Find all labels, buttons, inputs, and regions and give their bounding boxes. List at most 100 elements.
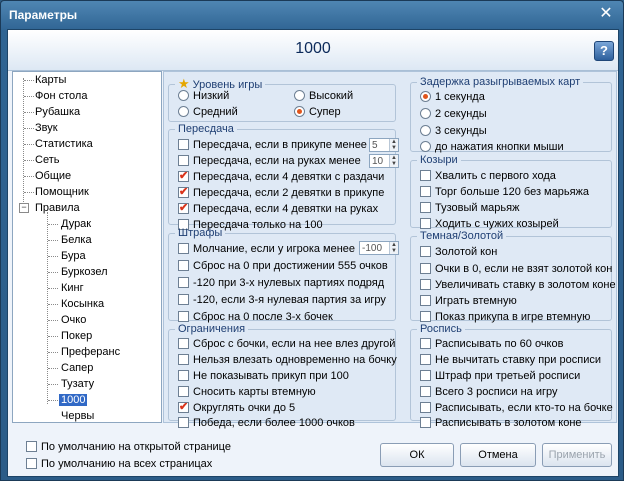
cb-trump-bid-over-120[interactable]: Торг больше 120 без марьяжа: [420, 185, 589, 199]
checkbox[interactable]: [420, 354, 431, 365]
radio-circle[interactable]: [178, 90, 189, 101]
spin-arrows-icon[interactable]: ▲ ▼: [389, 139, 398, 151]
tree-item-klondike[interactable]: Косынка: [59, 296, 106, 312]
cb-sign-third-fine[interactable]: Штраф при третьей росписи: [420, 369, 580, 383]
tree-item-card-back[interactable]: Рубашка: [33, 104, 82, 120]
cb-fine-3rd-zero[interactable]: -120, если 3-я нулевая партия за игру: [178, 293, 386, 307]
checkbox[interactable]: [178, 185, 189, 199]
checkbox[interactable]: [420, 170, 431, 181]
checkbox[interactable]: [178, 354, 189, 365]
checkbox[interactable]: [178, 155, 189, 166]
checkbox[interactable]: [420, 386, 431, 397]
cb-redeal-4-nines-hand[interactable]: Пересдача, если 4 девятки на руках: [178, 201, 378, 216]
tree-item-minesweeper[interactable]: Сапер: [59, 360, 95, 376]
tree-item-statistics[interactable]: Статистика: [33, 136, 95, 152]
checkbox[interactable]: [178, 338, 189, 349]
tree-item-general[interactable]: Общие: [33, 168, 73, 184]
tree-item-tuzatu[interactable]: Тузату: [59, 376, 96, 392]
checkbox[interactable]: [178, 243, 189, 254]
checkbox[interactable]: [26, 458, 37, 469]
tree-item-belka[interactable]: Белка: [59, 232, 94, 248]
cb-fine-silence[interactable]: Молчание, если у игрока менее: [178, 242, 355, 256]
checkbox[interactable]: [420, 246, 431, 257]
cb-gold-increase-bet[interactable]: Увеличивать ставку в золотом коне: [420, 278, 616, 292]
checkbox[interactable]: [420, 338, 431, 349]
cb-sign-gold-round[interactable]: Расписывать в золотом коне: [420, 416, 582, 430]
spin-fine-silence[interactable]: -100 ▲ ▼: [359, 241, 399, 255]
settings-tree[interactable]: Карты Фон стола Рубашка Звук Статистика …: [12, 71, 162, 423]
checkbox[interactable]: [178, 201, 189, 215]
checkbox[interactable]: [420, 186, 431, 197]
cb-sign-3-per-game[interactable]: Всего 3 росписи на игру: [420, 385, 558, 399]
radio-circle[interactable]: [178, 106, 189, 117]
radio-circle[interactable]: [294, 106, 305, 117]
tree-item-hearts[interactable]: Червы: [59, 408, 96, 422]
cb-sign-on-barrel[interactable]: Расписывать, если кто-то на бочке: [420, 401, 613, 415]
apply-button[interactable]: Применить: [542, 443, 612, 467]
cb-fine-reset-555[interactable]: Сброс на 0 при достижении 555 очков: [178, 259, 388, 273]
checkbox[interactable]: [420, 402, 431, 413]
checkbox[interactable]: [420, 311, 431, 322]
cb-gold-zero[interactable]: Очки в 0, если не взят золотой кон: [420, 262, 612, 276]
checkbox[interactable]: [178, 169, 189, 183]
cb-redeal-talon-less[interactable]: Пересдача, если в прикупе менее: [178, 138, 367, 152]
cb-play-blind[interactable]: Играть втемную: [420, 294, 517, 308]
cb-limit-discard-blind[interactable]: Сносить карты втемную: [178, 385, 316, 399]
radio-delay-3s[interactable]: 3 секунды: [420, 124, 487, 138]
cb-default-all-pages[interactable]: По умолчанию на всех страницах: [26, 457, 212, 471]
cb-sign-60[interactable]: Расписывать по 60 очков: [420, 337, 563, 351]
checkbox[interactable]: [420, 370, 431, 381]
radio-level-high[interactable]: Высокий: [294, 89, 353, 103]
tree-item-poker[interactable]: Покер: [59, 328, 94, 344]
tree-item-preference[interactable]: Преферанс: [59, 344, 122, 360]
cb-default-open-page[interactable]: По умолчанию на открытой странице: [26, 440, 231, 454]
cb-trump-ace-marriage[interactable]: Тузовый марьяж: [420, 201, 519, 215]
radio-delay-click[interactable]: до нажатия кнопки мыши: [420, 140, 564, 154]
cancel-button[interactable]: Отмена: [460, 443, 536, 467]
radio-delay-2s[interactable]: 2 секунды: [420, 107, 487, 121]
tree-item-durak[interactable]: Дурак: [59, 216, 93, 232]
checkbox[interactable]: [420, 202, 431, 213]
cb-fine-reset-3-barrels[interactable]: Сброс на 0 после 3-х бочек: [178, 310, 333, 324]
checkbox[interactable]: [178, 260, 189, 271]
checkbox[interactable]: [420, 279, 431, 290]
checkbox[interactable]: [420, 417, 431, 428]
radio-circle[interactable]: [294, 90, 305, 101]
cb-redeal-2-nines-talon[interactable]: Пересдача, если 2 девятки в прикупе: [178, 185, 384, 200]
spin-redeal-hand[interactable]: 10 ▲ ▼: [369, 154, 399, 168]
checkbox[interactable]: [178, 294, 189, 305]
tree-item-table-bg[interactable]: Фон стола: [33, 88, 89, 104]
checkbox[interactable]: [420, 295, 431, 306]
checkbox[interactable]: [178, 400, 189, 414]
tree-item-network[interactable]: Сеть: [33, 152, 61, 168]
title-bar[interactable]: Параметры ✕: [1, 1, 623, 29]
radio-delay-1s[interactable]: 1 секунда: [420, 90, 485, 104]
cb-limit-win-over-1000[interactable]: Победа, если более 1000 очков: [178, 416, 355, 430]
radio-circle[interactable]: [420, 125, 431, 136]
tree-item-helper[interactable]: Помощник: [33, 184, 91, 200]
checkbox[interactable]: [178, 139, 189, 150]
radio-circle[interactable]: [420, 141, 431, 152]
cb-trump-foreign[interactable]: Ходить с чужих козырей: [420, 217, 559, 231]
radio-level-low[interactable]: Низкий: [178, 89, 229, 103]
tree-item-cards[interactable]: Карты: [33, 72, 68, 88]
ok-button[interactable]: ОК: [380, 443, 454, 467]
tree-item-bura[interactable]: Бура: [59, 248, 88, 264]
checkbox[interactable]: [178, 417, 189, 428]
checkbox[interactable]: [178, 311, 189, 322]
tree-item-ochko[interactable]: Очко: [59, 312, 88, 328]
checkbox[interactable]: [178, 277, 189, 288]
tree-item-1000[interactable]: 1000: [59, 392, 88, 408]
cb-limit-no-simultaneous[interactable]: Нельзя влезать одновременно на бочку: [178, 353, 397, 367]
radio-circle[interactable]: [420, 91, 431, 102]
spin-arrows-icon[interactable]: ▲ ▼: [389, 155, 398, 167]
cb-sign-no-deduct[interactable]: Не вычитать ставку при росписи: [420, 353, 601, 367]
cb-limit-barrel-drop[interactable]: Сброс с бочки, если на нее влез другой: [178, 337, 395, 351]
cb-fine-3-zero-row[interactable]: -120 при 3-х нулевых партиях подряд: [178, 276, 384, 290]
checkbox[interactable]: [178, 370, 189, 381]
help-icon[interactable]: ?: [594, 41, 614, 61]
tree-item-sound[interactable]: Звук: [33, 120, 60, 136]
cb-redeal-4-nines-deal[interactable]: Пересдача, если 4 девятки с раздачи: [178, 169, 384, 184]
close-icon[interactable]: ✕: [597, 5, 615, 23]
cb-limit-round-5[interactable]: Округлять очки до 5: [178, 400, 295, 415]
